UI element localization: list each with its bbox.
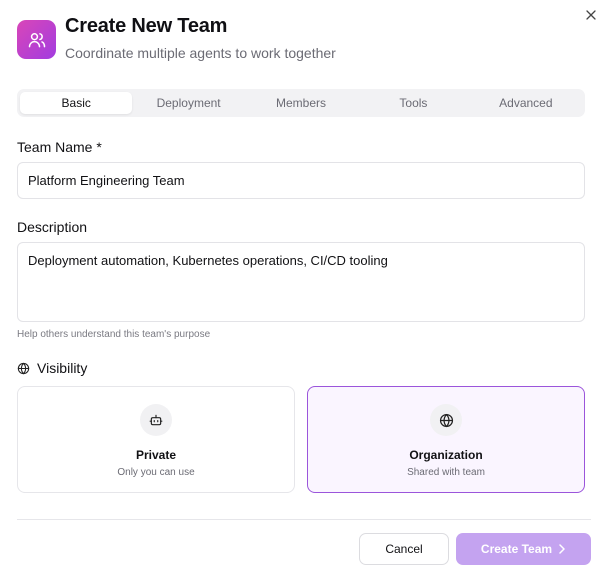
team-name-label: Team Name * [17, 139, 102, 155]
users-icon [28, 32, 45, 47]
tab-members[interactable]: Members [245, 92, 357, 114]
tab-bar: Basic Deployment Members Tools Advanced [17, 89, 585, 117]
private-icon-circle [140, 404, 172, 436]
create-team-button[interactable]: Create Team [456, 533, 591, 565]
dialog-subtitle: Coordinate multiple agents to work toget… [65, 45, 336, 61]
organization-option-description: Shared with team [407, 467, 485, 478]
globe-icon [17, 362, 30, 374]
footer-divider [17, 519, 591, 520]
tab-deployment[interactable]: Deployment [132, 92, 244, 114]
visibility-option-organization[interactable]: Organization Shared with team [307, 386, 585, 493]
close-button[interactable] [583, 7, 599, 23]
dialog-title: Create New Team [65, 15, 228, 37]
create-team-label: Create Team [480, 542, 553, 556]
create-team-dialog: Create New Team Coordinate multiple agen… [0, 0, 608, 576]
organization-icon-circle [430, 404, 462, 436]
visibility-heading: Visibility [17, 360, 87, 376]
private-option-description: Only you can use [117, 467, 195, 478]
chevron-right-icon [559, 544, 565, 554]
description-textarea[interactable]: Deployment automation, Kubernetes operat… [17, 242, 585, 322]
bot-icon [149, 414, 163, 426]
description-help-text: Help others understand this team's purpo… [17, 329, 211, 340]
cancel-button[interactable]: Cancel [359, 533, 449, 565]
tab-advanced[interactable]: Advanced [470, 92, 582, 114]
close-icon [586, 10, 596, 20]
globe-icon [439, 413, 453, 427]
organization-option-title: Organization [409, 448, 483, 462]
team-avatar [17, 20, 56, 59]
visibility-option-private[interactable]: Private Only you can use [17, 386, 295, 493]
tab-tools[interactable]: Tools [357, 92, 469, 114]
description-label: Description [17, 219, 88, 235]
team-name-input[interactable]: Platform Engineering Team [17, 162, 585, 199]
private-option-title: Private [135, 448, 177, 462]
tab-basic[interactable]: Basic [20, 92, 133, 114]
visibility-label: Visibility [37, 360, 88, 376]
